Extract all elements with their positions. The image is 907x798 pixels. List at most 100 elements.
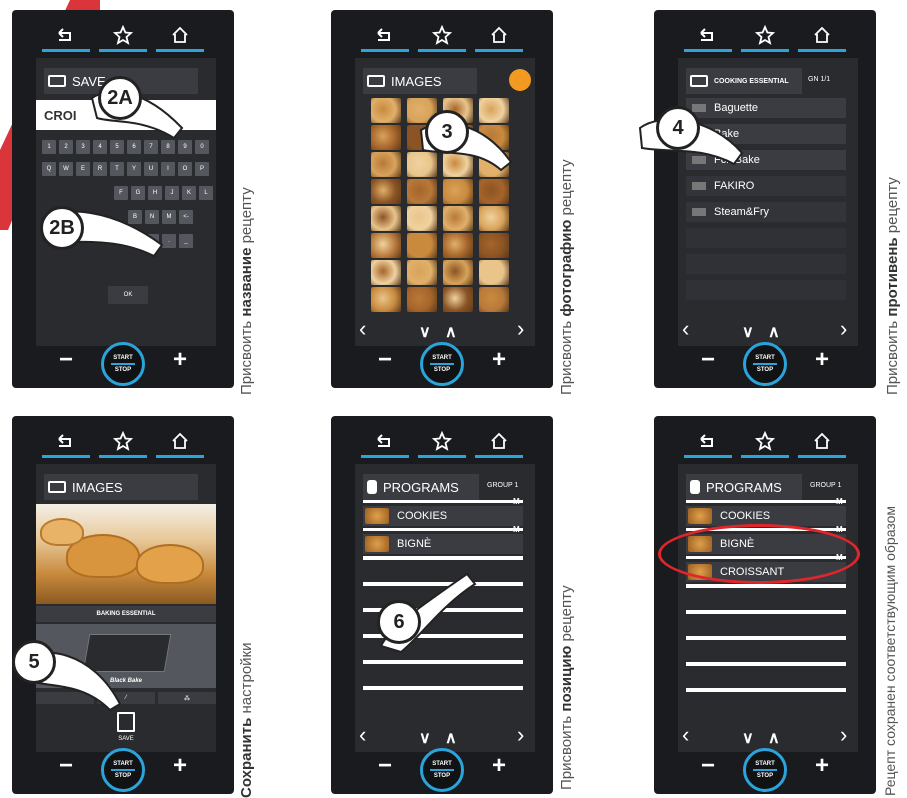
start-stop-button[interactable]: START STOP [101,342,145,386]
program-item[interactable]: COOKIES [363,506,523,526]
image-thumbnail[interactable] [371,287,401,312]
image-thumbnail[interactable] [479,287,509,312]
image-thumbnail[interactable] [371,206,401,231]
position-slot[interactable] [686,662,846,666]
image-thumbnail[interactable] [479,260,509,285]
key-Y[interactable]: Y [127,162,141,176]
image-thumbnail[interactable] [443,287,473,312]
key-T[interactable]: T [110,162,124,176]
position-slot[interactable] [363,500,523,503]
plus-button[interactable]: + [168,752,192,780]
minus-button[interactable]: − [54,752,78,780]
key-W[interactable]: W [59,162,73,176]
position-slot[interactable] [686,584,846,588]
back-button[interactable] [682,426,734,458]
image-thumbnail[interactable] [479,233,509,258]
ok-button[interactable]: OK [108,286,148,304]
back-button[interactable] [359,20,411,52]
scroll-up-button[interactable]: ∧ [445,322,457,342]
favorites-button[interactable] [416,426,468,458]
position-slot[interactable] [686,500,846,503]
image-thumbnail[interactable] [443,179,473,204]
image-thumbnail[interactable] [371,125,401,150]
home-button[interactable] [473,20,525,52]
key-0[interactable]: 0 [195,140,209,154]
key-L[interactable]: L [199,186,213,200]
home-button[interactable] [796,426,848,458]
option-button-3[interactable]: ⁂ [158,692,216,704]
image-thumbnail[interactable] [371,98,401,123]
back-button[interactable] [40,426,92,458]
image-thumbnail[interactable] [407,233,437,258]
tray-item[interactable]: FAKIRO [686,176,846,196]
next-page-button[interactable]: › [840,316,847,342]
image-thumbnail[interactable] [371,260,401,285]
plus-button[interactable]: + [810,752,834,780]
prev-page-button[interactable]: ‹ [359,722,366,748]
key-symbol[interactable]: _ [179,234,193,248]
key-E[interactable]: E [76,162,90,176]
key-<-[interactable]: <- [179,210,193,224]
back-button[interactable] [682,20,734,52]
plus-button[interactable]: + [487,752,511,780]
chef-icon[interactable] [509,69,531,91]
home-button[interactable] [473,426,525,458]
image-thumbnail[interactable] [443,233,473,258]
key-I[interactable]: I [161,162,175,176]
image-thumbnail[interactable] [371,152,401,177]
plus-button[interactable]: + [168,346,192,374]
minus-button[interactable]: − [696,346,720,374]
scroll-down-button[interactable]: ∨ [742,728,754,748]
program-item[interactable]: BIGNÈ [363,534,523,554]
start-stop-button[interactable]: START STOP [743,748,787,792]
position-slot[interactable] [363,660,523,664]
image-thumbnail[interactable] [407,206,437,231]
image-thumbnail[interactable] [371,233,401,258]
image-thumbnail[interactable] [371,179,401,204]
home-button[interactable] [154,20,206,52]
minus-button[interactable]: − [54,346,78,374]
key-U[interactable]: U [144,162,158,176]
position-slot[interactable] [363,686,523,690]
back-button[interactable] [359,426,411,458]
scroll-down-button[interactable]: ∨ [742,322,754,342]
scroll-down-button[interactable]: ∨ [419,322,431,342]
tray-item[interactable]: Steam&Fry [686,202,846,222]
key-K[interactable]: K [182,186,196,200]
next-page-button[interactable]: › [840,722,847,748]
scroll-up-button[interactable]: ∧ [445,728,457,748]
image-thumbnail[interactable] [407,260,437,285]
favorites-button[interactable] [416,20,468,52]
key-1[interactable]: 1 [42,140,56,154]
favorites-button[interactable] [97,20,149,52]
image-thumbnail[interactable] [443,260,473,285]
position-slot[interactable] [686,610,846,614]
start-stop-button[interactable]: START STOP [420,342,464,386]
start-stop-button[interactable]: START STOP [101,748,145,792]
minus-button[interactable]: − [373,346,397,374]
favorites-button[interactable] [97,426,149,458]
image-thumbnail[interactable] [479,179,509,204]
scroll-down-button[interactable]: ∨ [419,728,431,748]
prev-page-button[interactable]: ‹ [682,316,689,342]
favorites-button[interactable] [739,20,791,52]
next-page-button[interactable]: › [517,722,524,748]
image-thumbnail[interactable] [407,179,437,204]
key-P[interactable]: P [195,162,209,176]
image-thumbnail[interactable] [479,206,509,231]
key-Q[interactable]: Q [42,162,56,176]
start-stop-button[interactable]: START STOP [420,748,464,792]
home-button[interactable] [796,20,848,52]
position-slot[interactable] [686,688,846,692]
position-slot[interactable] [363,556,523,560]
back-button[interactable] [40,20,92,52]
scroll-up-button[interactable]: ∧ [768,728,780,748]
plus-button[interactable]: + [810,346,834,374]
prev-page-button[interactable]: ‹ [682,722,689,748]
program-item[interactable]: COOKIES [686,506,846,526]
prev-page-button[interactable]: ‹ [359,316,366,342]
image-thumbnail[interactable] [407,287,437,312]
minus-button[interactable]: − [373,752,397,780]
position-slot[interactable] [363,528,523,531]
key-R[interactable]: R [93,162,107,176]
